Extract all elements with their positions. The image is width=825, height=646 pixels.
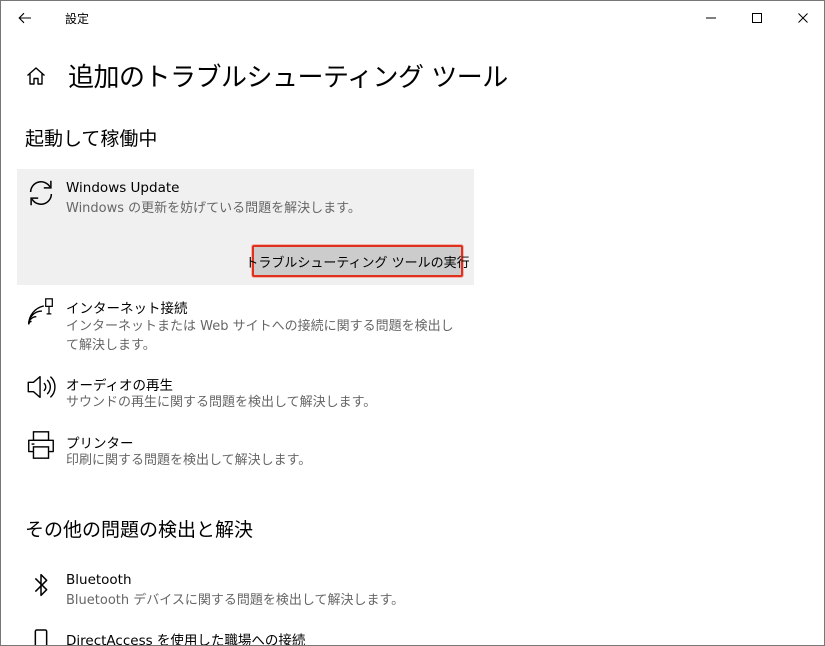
maximize-button[interactable] <box>734 1 780 34</box>
maximize-icon <box>752 12 762 23</box>
item-title: DirectAccess を使用した職場への接続 <box>66 633 306 646</box>
home-icon <box>27 67 45 85</box>
close-icon <box>798 12 808 23</box>
page-title: 追加のトラブルシューティング ツール <box>68 63 508 93</box>
settings-window: 設定 追加のトラブルシューティング ツール 起動して稼働中 Windows Up… <box>0 0 825 646</box>
item-title: プリンター <box>66 436 134 452</box>
item-title: Windows Update <box>66 180 180 196</box>
home-button[interactable] <box>25 65 47 87</box>
minimize-icon <box>706 17 716 18</box>
troubleshooter-audio[interactable]: オーディオの再生 サウンドの再生に関する問題を検出して解決します。 <box>17 369 474 415</box>
phone-icon <box>25 629 57 645</box>
section-heading-running: 起動して稼働中 <box>25 128 158 150</box>
troubleshooter-printer[interactable]: プリンター 印刷に関する問題を検出して解決します。 <box>17 427 474 473</box>
troubleshooter-directaccess[interactable]: DirectAccess を使用した職場への接続 <box>17 625 474 646</box>
item-title: インターネット接続 <box>66 301 188 317</box>
item-title: Bluetooth <box>66 572 132 588</box>
app-title: 設定 <box>65 12 90 26</box>
item-description: Windows の更新を妨げている問題を解決します。 <box>66 201 361 216</box>
troubleshooter-internet[interactable]: インターネット接続 インターネットまたは Web サイトへの接続に関する問題を検… <box>17 291 474 355</box>
troubleshooter-bluetooth[interactable]: Bluetooth Bluetooth デバイスに関する問題を検出して解決します… <box>17 567 474 613</box>
sync-icon <box>25 177 57 209</box>
network-icon <box>25 296 57 328</box>
title-bar: 設定 <box>1 1 824 34</box>
run-troubleshooter-button[interactable]: トラブルシューティング ツールの実行 <box>245 245 470 277</box>
section-heading-other: その他の問題の検出と解決 <box>25 519 254 541</box>
item-description: 印刷に関する問題を検出して解決します。 <box>66 453 312 468</box>
minimize-button[interactable] <box>688 1 734 34</box>
speaker-icon <box>25 371 57 403</box>
page-header: 追加のトラブルシューティング ツール <box>1 53 701 97</box>
troubleshooter-windows-update[interactable]: Windows Update Windows の更新を妨げている問題を解決します… <box>17 169 474 285</box>
item-description: Bluetooth デバイスに関する問題を検出して解決します。 <box>66 593 405 608</box>
item-description: サウンドの再生に関する問題を検出して解決します。 <box>66 395 377 410</box>
close-button[interactable] <box>780 1 824 34</box>
item-description: インターネットまたは Web サイトへの接続に関する問題を検出して解決します。 <box>66 319 454 353</box>
bluetooth-icon <box>25 569 57 601</box>
back-arrow-icon <box>18 12 31 23</box>
printer-icon <box>25 429 57 461</box>
item-title: オーディオの再生 <box>66 378 174 394</box>
back-button[interactable] <box>5 1 45 34</box>
